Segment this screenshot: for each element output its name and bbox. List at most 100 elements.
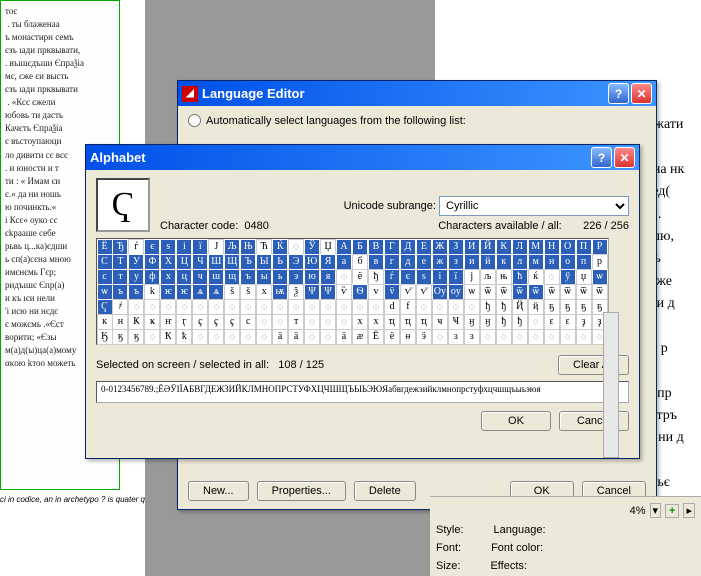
char-cell[interactable]: У: [128, 254, 144, 270]
char-cell[interactable]: ы: [256, 269, 272, 285]
char-cell[interactable]: ӄ: [112, 329, 128, 345]
char-cell[interactable]: ӷ: [176, 314, 192, 330]
char-cell[interactable]: Ъ: [240, 254, 256, 270]
char-cell[interactable]: ћ: [512, 269, 528, 285]
char-cell[interactable]: о: [560, 254, 576, 270]
char-cell[interactable]: с: [240, 314, 256, 330]
char-cell[interactable]: ◇: [304, 329, 320, 345]
char-cell[interactable]: ◇: [528, 314, 544, 330]
char-cell[interactable]: ◇: [528, 329, 544, 345]
char-cell[interactable]: v̄: [384, 284, 400, 300]
char-cell[interactable]: ◇: [336, 269, 352, 285]
char-cell[interactable]: В: [368, 239, 384, 255]
char-cell[interactable]: ◇: [416, 299, 432, 315]
char-cell[interactable]: ◇: [480, 329, 496, 345]
char-cell[interactable]: к: [496, 254, 512, 270]
char-cell[interactable]: х: [352, 314, 368, 330]
char-cell[interactable]: Ч: [192, 254, 208, 270]
char-cell[interactable]: ◇: [288, 299, 304, 315]
char-cell[interactable]: ё: [384, 329, 400, 345]
char-cell[interactable]: ҟ: [176, 329, 192, 345]
help-button[interactable]: ?: [591, 147, 612, 168]
char-cell[interactable]: ӓ: [272, 329, 288, 345]
char-cell[interactable]: ђ: [512, 314, 528, 330]
char-cell[interactable]: Ҹ: [448, 314, 464, 330]
char-cell[interactable]: ◇: [512, 329, 528, 345]
char-cell[interactable]: ї: [192, 239, 208, 255]
char-cell[interactable]: ө: [400, 329, 416, 345]
char-cell[interactable]: ҵ: [416, 314, 432, 330]
char-cell[interactable]: ◇: [368, 299, 384, 315]
char-cell[interactable]: п: [576, 254, 592, 270]
char-cell[interactable]: ѿ: [544, 284, 560, 300]
char-cell[interactable]: у: [128, 269, 144, 285]
char-cell[interactable]: ѥ: [160, 284, 176, 300]
help-button[interactable]: ?: [608, 83, 629, 104]
char-cell[interactable]: Ш: [208, 254, 224, 270]
char-cell[interactable]: ѧ: [208, 284, 224, 300]
char-cell[interactable]: ◇: [272, 299, 288, 315]
char-cell[interactable]: ◇: [464, 299, 480, 315]
char-cell[interactable]: Џ: [320, 239, 336, 255]
char-cell[interactable]: ѡ: [592, 269, 608, 285]
char-cell[interactable]: ◇: [352, 299, 368, 315]
char-cell[interactable]: ◇: [256, 329, 272, 345]
char-cell[interactable]: ◇: [208, 329, 224, 345]
char-cell[interactable]: ◇: [128, 299, 144, 315]
char-cell[interactable]: ӭ: [416, 329, 432, 345]
char-cell[interactable]: З: [448, 239, 464, 255]
char-cell[interactable]: ◇: [192, 299, 208, 315]
char-cell[interactable]: љ: [480, 269, 496, 285]
char-cell[interactable]: Ю: [304, 254, 320, 270]
char-cell[interactable]: Й: [480, 239, 496, 255]
char-cell[interactable]: š: [224, 284, 240, 300]
char-cell[interactable]: в: [368, 254, 384, 270]
char-cell[interactable]: Ј: [208, 239, 224, 255]
plus-icon[interactable]: +: [665, 504, 679, 518]
char-cell[interactable]: ѿ: [512, 284, 528, 300]
char-cell[interactable]: Ы: [256, 254, 272, 270]
char-cell[interactable]: ѡ: [97, 284, 113, 300]
char-cell[interactable]: і: [176, 239, 192, 255]
char-cell[interactable]: н: [112, 314, 128, 330]
char-cell[interactable]: к: [97, 314, 113, 330]
char-cell[interactable]: ◇: [240, 329, 256, 345]
char-cell[interactable]: ђ: [480, 299, 496, 315]
char-cell[interactable]: ҥ: [160, 314, 176, 330]
char-cell[interactable]: ҋ: [528, 299, 544, 315]
char-cell[interactable]: s: [416, 269, 432, 285]
char-cell[interactable]: ◇: [176, 299, 192, 315]
char-cell[interactable]: Ҝ: [128, 314, 144, 330]
char-cell[interactable]: k: [144, 284, 160, 300]
char-cell[interactable]: ҹ: [432, 314, 448, 330]
char-cell[interactable]: м: [528, 254, 544, 270]
char-cell[interactable]: Д: [400, 239, 416, 255]
char-cell[interactable]: Л: [512, 239, 528, 255]
char-cell[interactable]: э: [288, 269, 304, 285]
char-cell[interactable]: v: [368, 284, 384, 300]
char-cell[interactable]: š: [240, 284, 256, 300]
char-cell[interactable]: ѓ: [128, 239, 144, 255]
alphabet-ok-button[interactable]: OK: [481, 411, 551, 431]
char-cell[interactable]: Љ: [224, 239, 240, 255]
char-cell[interactable]: ў: [560, 269, 576, 285]
char-cell[interactable]: є: [400, 269, 416, 285]
char-cell[interactable]: Х: [160, 254, 176, 270]
char-cell[interactable]: ѿ: [480, 284, 496, 300]
char-cell[interactable]: ж: [432, 254, 448, 270]
char-cell[interactable]: щ: [224, 269, 240, 285]
char-cell[interactable]: Н: [544, 239, 560, 255]
char-cell[interactable]: ◇: [432, 299, 448, 315]
char-cell[interactable]: Ë: [368, 329, 384, 345]
char-cell[interactable]: ѵ̈: [400, 284, 416, 300]
char-cell[interactable]: Э: [288, 254, 304, 270]
char-cell[interactable]: ѿ: [576, 284, 592, 300]
char-cell[interactable]: н: [544, 254, 560, 270]
char-cell[interactable]: Ҟ: [160, 329, 176, 345]
char-cell[interactable]: ъ: [128, 284, 144, 300]
char-cell[interactable]: s: [160, 239, 176, 255]
char-cell[interactable]: Я: [320, 254, 336, 270]
properties-button[interactable]: Properties...: [257, 481, 346, 501]
char-cell[interactable]: ◇: [496, 329, 512, 345]
char-cell[interactable]: d: [384, 299, 400, 315]
